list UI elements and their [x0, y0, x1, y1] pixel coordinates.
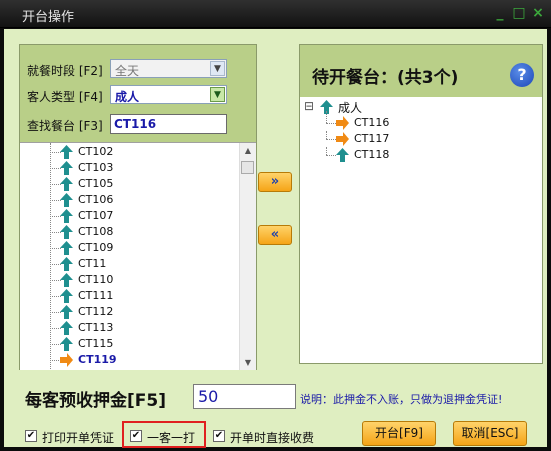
- up-arrow-icon: [336, 148, 349, 162]
- table-list-item[interactable]: CT102: [20, 144, 240, 160]
- table-name: CT103: [78, 161, 114, 174]
- table-list-item[interactable]: CT110: [20, 272, 240, 288]
- right-arrow-icon: [336, 132, 349, 146]
- pending-table-tree[interactable]: ⊟ 成人 CT116 CT117 CT118: [300, 97, 542, 363]
- up-arrow-icon: [60, 145, 73, 159]
- up-arrow-icon: [60, 321, 73, 335]
- checkbox-box[interactable]: ✔: [25, 430, 37, 442]
- table-list-item[interactable]: CT112: [20, 304, 240, 320]
- table-list-item[interactable]: CT119: [20, 352, 240, 368]
- help-icon[interactable]: ?: [510, 63, 534, 87]
- guest-type-select[interactable]: 成人 ▼: [110, 85, 227, 104]
- up-arrow-icon: [60, 161, 73, 175]
- table-name: CT116: [354, 116, 390, 129]
- scroll-up-icon[interactable]: ▲: [240, 143, 256, 159]
- collapse-toggle-icon[interactable]: ⊟: [304, 99, 314, 113]
- available-table-list[interactable]: CT102 CT103 CT105 CT106 CT107 CT108 CT109 CT11 C…: [20, 142, 256, 370]
- chevron-down-icon: ▼: [210, 61, 225, 76]
- period-select: 全天 ▼: [110, 59, 227, 78]
- period-value: 全天: [115, 64, 140, 78]
- open-table-button[interactable]: 开台[F9]: [362, 421, 436, 446]
- dialog-body: 就餐时段 [F2] 全天 ▼ 客人类型 [F4] 成人 ▼ 查找餐台 [F3] …: [4, 29, 547, 448]
- right-arrow-icon: [60, 353, 73, 367]
- table-list-item[interactable]: CT103: [20, 160, 240, 176]
- charge-on-open-label: 开单时直接收费: [230, 431, 315, 445]
- guest-type-label: 客人类型 [F4]: [27, 90, 103, 104]
- table-name: CT113: [78, 321, 114, 334]
- table-list-item[interactable]: CT111: [20, 288, 240, 304]
- checkbox-box[interactable]: ✔: [130, 430, 142, 442]
- up-arrow-icon: [60, 209, 73, 223]
- checkbox-box[interactable]: ✔: [213, 430, 225, 442]
- table-name: CT109: [78, 241, 114, 254]
- maximize-button[interactable]: □: [511, 4, 527, 22]
- up-arrow-icon: [60, 225, 73, 239]
- close-button[interactable]: ×: [530, 4, 546, 22]
- one-per-guest-label: 一客一打: [147, 431, 196, 445]
- table-name: CT105: [78, 177, 114, 190]
- table-list-item[interactable]: CT11: [20, 256, 240, 272]
- minimize-button[interactable]: _: [492, 4, 508, 22]
- table-list-item[interactable]: CT107: [20, 208, 240, 224]
- remove-table-button[interactable]: «: [258, 225, 292, 245]
- table-list-item[interactable]: CT106: [20, 192, 240, 208]
- table-name: CT118: [354, 148, 390, 161]
- cancel-button[interactable]: 取消[ESC]: [453, 421, 527, 446]
- table-select-panel: 就餐时段 [F2] 全天 ▼ 客人类型 [F4] 成人 ▼ 查找餐台 [F3] …: [19, 44, 257, 370]
- search-table-input[interactable]: CT116: [110, 114, 227, 134]
- print-receipt-label: 打印开单凭证: [42, 431, 115, 445]
- table-list-item[interactable]: CT109: [20, 240, 240, 256]
- up-arrow-icon: [60, 193, 73, 207]
- list-scrollbar[interactable]: ▲ ▼: [239, 143, 256, 370]
- tree-root-label[interactable]: 成人: [338, 99, 362, 116]
- add-table-button[interactable]: »: [258, 172, 292, 192]
- chevron-down-icon[interactable]: ▼: [210, 87, 225, 102]
- table-name: CT117: [354, 132, 390, 145]
- period-label: 就餐时段 [F2]: [27, 64, 103, 78]
- pending-title: 待开餐台：(共3个): [312, 68, 459, 88]
- deposit-label: 每客预收押金[F5]: [25, 391, 166, 411]
- up-arrow-icon: [60, 289, 73, 303]
- table-name: CT102: [78, 145, 114, 158]
- table-name: CT112: [78, 305, 114, 318]
- pending-table-panel: 待开餐台：(共3个) ? ⊟ 成人 CT116 CT117 CT118: [299, 44, 543, 364]
- table-name: CT108: [78, 225, 114, 238]
- guest-type-value: 成人: [115, 90, 140, 104]
- table-name: CT106: [78, 193, 114, 206]
- window-title: 开台操作: [22, 10, 75, 25]
- table-list-item[interactable]: CT105: [20, 176, 240, 192]
- table-name: CT115: [78, 337, 114, 350]
- up-arrow-icon: [60, 273, 73, 287]
- table-list-item[interactable]: CT108: [20, 224, 240, 240]
- table-name: CT110: [78, 273, 114, 286]
- title-bar[interactable]: 开台操作 _ □ ×: [0, 0, 551, 28]
- deposit-note: 说明：此押金不入账，只做为退押金凭证!: [300, 393, 503, 406]
- search-label: 查找餐台 [F3]: [27, 119, 103, 133]
- table-name: CT111: [78, 289, 114, 302]
- scroll-down-icon[interactable]: ▼: [240, 355, 256, 370]
- table-name: CT119: [78, 353, 117, 366]
- dialog-window: 开台操作 _ □ × 就餐时段 [F2] 全天 ▼ 客人类型 [F4] 成人 ▼: [0, 0, 551, 451]
- up-arrow-icon: [60, 305, 73, 319]
- table-list-item[interactable]: CT113: [20, 320, 240, 336]
- up-arrow-icon: [60, 337, 73, 351]
- pending-table-item[interactable]: CT118: [336, 147, 456, 163]
- up-arrow-icon: [60, 241, 73, 255]
- pending-table-item[interactable]: CT116: [336, 115, 456, 131]
- pending-table-item[interactable]: CT117: [336, 131, 456, 147]
- scroll-thumb[interactable]: [241, 161, 254, 174]
- up-arrow-icon: [60, 177, 73, 191]
- right-arrow-icon: [336, 116, 349, 130]
- up-arrow-icon: [60, 257, 73, 271]
- deposit-input[interactable]: 50: [193, 384, 296, 409]
- table-list-item[interactable]: CT115: [20, 336, 240, 352]
- table-name: CT11: [78, 257, 107, 270]
- table-name: CT107: [78, 209, 114, 222]
